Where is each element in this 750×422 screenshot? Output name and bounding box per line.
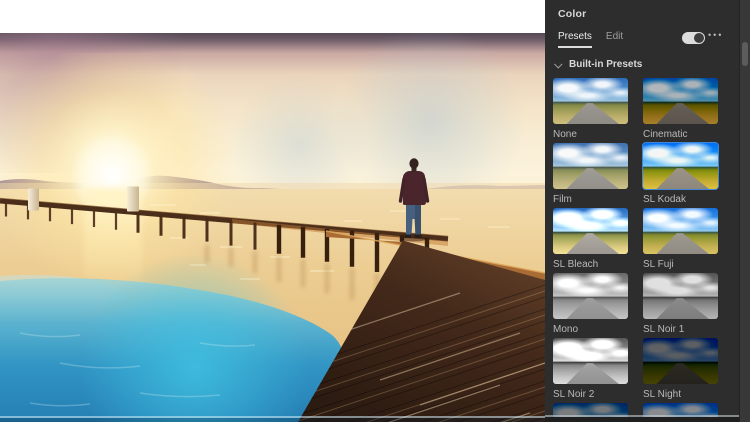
- preset-preview: [553, 273, 628, 319]
- preset-preview: [643, 273, 718, 319]
- tab-edit[interactable]: Edit: [606, 31, 623, 48]
- preset-label: SL Night: [643, 389, 681, 400]
- preset-preview: [643, 208, 718, 254]
- preset-cell-sl-fuji: SL Fuji: [643, 208, 718, 273]
- sunset-pier-photo: [0, 33, 545, 422]
- preset-cell-film: Film: [553, 143, 628, 208]
- preset-label: Mono: [553, 324, 579, 335]
- preset-thumb-cinematic[interactable]: [643, 78, 718, 124]
- panel-bottom-strip: [545, 417, 750, 422]
- preset-thumb-mono[interactable]: [553, 273, 628, 319]
- preset-thumb-sl-noir-1[interactable]: [643, 273, 718, 319]
- preset-cell-mono: Mono: [553, 273, 628, 338]
- preset-grid: None Cinematic Film SL Kodak SL Bleach S…: [553, 78, 719, 422]
- preset-cell-sl-night: SL Night: [643, 338, 718, 403]
- panel-title: Color: [558, 8, 587, 20]
- preset-thumb-sl-bleach[interactable]: [553, 208, 628, 254]
- photo-canvas: [0, 33, 545, 422]
- preset-preview: [643, 78, 718, 124]
- preset-preview: [553, 338, 628, 384]
- preset-label: Film: [553, 194, 572, 205]
- preset-label: Cinematic: [643, 129, 688, 140]
- preset-label: SL Noir 1: [643, 324, 685, 335]
- preset-label: SL Kodak: [643, 194, 686, 205]
- preset-cell-sl-bleach: SL Bleach: [553, 208, 628, 273]
- preset-thumb-sl-noir-2[interactable]: [553, 338, 628, 384]
- preset-preview: [553, 78, 628, 124]
- preset-label: SL Noir 2: [553, 389, 595, 400]
- preset-cell-sl-noir-2: SL Noir 2: [553, 338, 628, 403]
- preset-preview: [553, 143, 628, 189]
- preset-label: SL Bleach: [553, 259, 599, 270]
- preset-label: SL Fuji: [643, 259, 674, 270]
- preset-cell-sl-kodak: SL Kodak: [642, 142, 719, 208]
- scrollbar-thumb[interactable]: [742, 42, 748, 66]
- preset-cell-sl-noir-1: SL Noir 1: [643, 273, 718, 338]
- chevron-down-icon: [554, 59, 563, 69]
- color-panel: Color Presets Edit ••• Built-in Presets …: [545, 0, 750, 422]
- preset-thumb-none[interactable]: [553, 78, 628, 124]
- section-label: Built-in Presets: [569, 59, 643, 70]
- preset-cell-none: None: [553, 78, 628, 143]
- scrollbar-track[interactable]: [739, 0, 750, 422]
- preset-thumb-film[interactable]: [553, 143, 628, 189]
- app-window: Color Presets Edit ••• Built-in Presets …: [0, 0, 750, 422]
- preset-preview: [553, 208, 628, 254]
- preset-preview: [643, 338, 718, 384]
- panel-enable-toggle[interactable]: [682, 32, 705, 44]
- builtin-presets-section-header[interactable]: Built-in Presets: [554, 59, 643, 70]
- panel-tabs: Presets Edit: [558, 31, 623, 48]
- toggle-knob: [694, 33, 704, 43]
- preset-cell-cinematic: Cinematic: [643, 78, 718, 143]
- preset-thumb-sl-kodak[interactable]: [642, 142, 719, 190]
- preset-label: None: [553, 129, 577, 140]
- more-options-icon[interactable]: •••: [708, 30, 723, 40]
- preset-thumb-sl-night[interactable]: [643, 338, 718, 384]
- preset-preview: [643, 143, 718, 189]
- tab-presets[interactable]: Presets: [558, 31, 592, 48]
- preset-thumb-sl-fuji[interactable]: [643, 208, 718, 254]
